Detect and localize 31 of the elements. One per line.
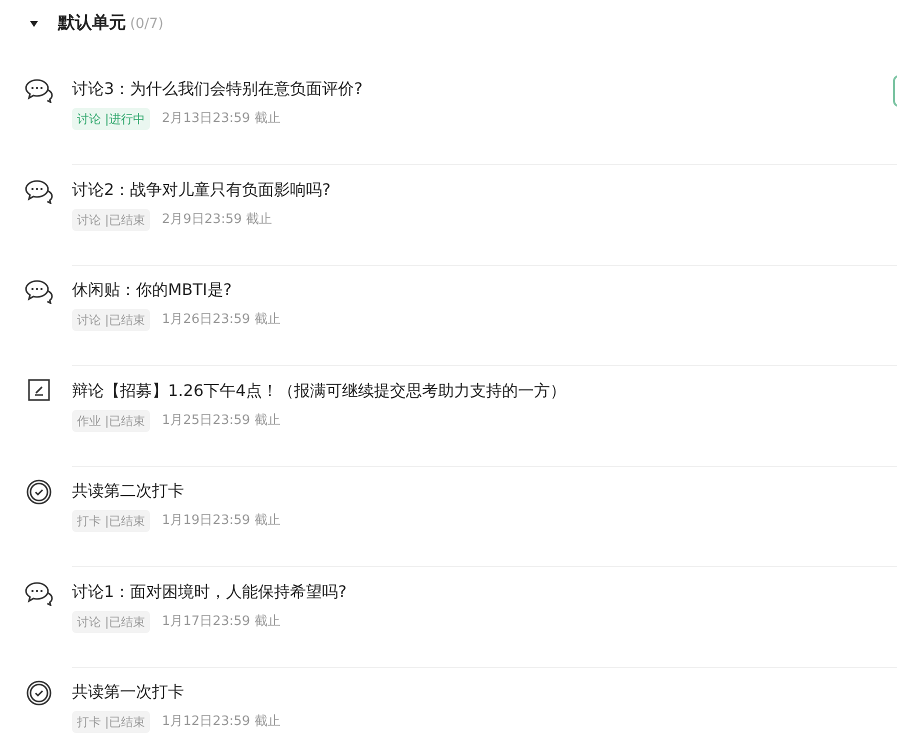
progress-count: (0/7) (130, 14, 164, 34)
status-tag: 讨论 |已结束 (72, 208, 150, 230)
item-title[interactable]: 讨论1：面对困境时，人能保持希望吗? (72, 580, 347, 604)
item-title[interactable]: 休闲贴：你的MBTI是? (72, 278, 232, 302)
status-tag: 讨论 |进行中 (72, 108, 150, 130)
chat-bubbles-icon (24, 178, 54, 204)
expand-caret-icon[interactable] (30, 21, 38, 27)
check-circle-icon (26, 680, 52, 706)
item-title[interactable]: 讨论3：为什么我们会特别在意负面评价? (72, 77, 363, 101)
deadline-text: 2月13日23:59 截止 (162, 110, 280, 128)
status-tag: 讨论 |已结束 (72, 610, 150, 632)
deadline-text: 1月17日23:59 截止 (162, 612, 280, 631)
item-title[interactable]: 讨论2：战争对儿童只有负面影响吗? (72, 178, 331, 202)
chat-bubbles-icon (24, 580, 54, 606)
item-title[interactable]: 共读第一次打卡 (72, 680, 184, 704)
status-tag: 打卡 |已结束 (72, 711, 150, 733)
deadline-text: 1月12日23:59 截止 (162, 713, 280, 732)
item-title[interactable]: 共读第二次打卡 (72, 479, 184, 503)
chat-bubbles-icon (24, 77, 54, 103)
pencil-square-icon (28, 378, 50, 400)
deadline-text: 1月25日23:59 截止 (162, 412, 280, 430)
chat-bubbles-icon (24, 278, 54, 304)
deadline-text: 1月26日23:59 截止 (162, 311, 280, 330)
status-tag: 作业 |已结束 (72, 410, 150, 432)
deadline-text: 2月9日23:59 截止 (162, 210, 272, 229)
status-tag: 打卡 |已结束 (72, 510, 150, 532)
unit-title: 默认单元 (58, 12, 126, 36)
check-circle-icon (26, 479, 52, 505)
item-title[interactable]: 辩论【招募】1.26下午4点！（报满可继续提交思考助力支持的一方） (72, 378, 566, 402)
deadline-text: 1月19日23:59 截止 (162, 512, 280, 530)
status-tag: 讨论 |已结束 (72, 309, 150, 331)
